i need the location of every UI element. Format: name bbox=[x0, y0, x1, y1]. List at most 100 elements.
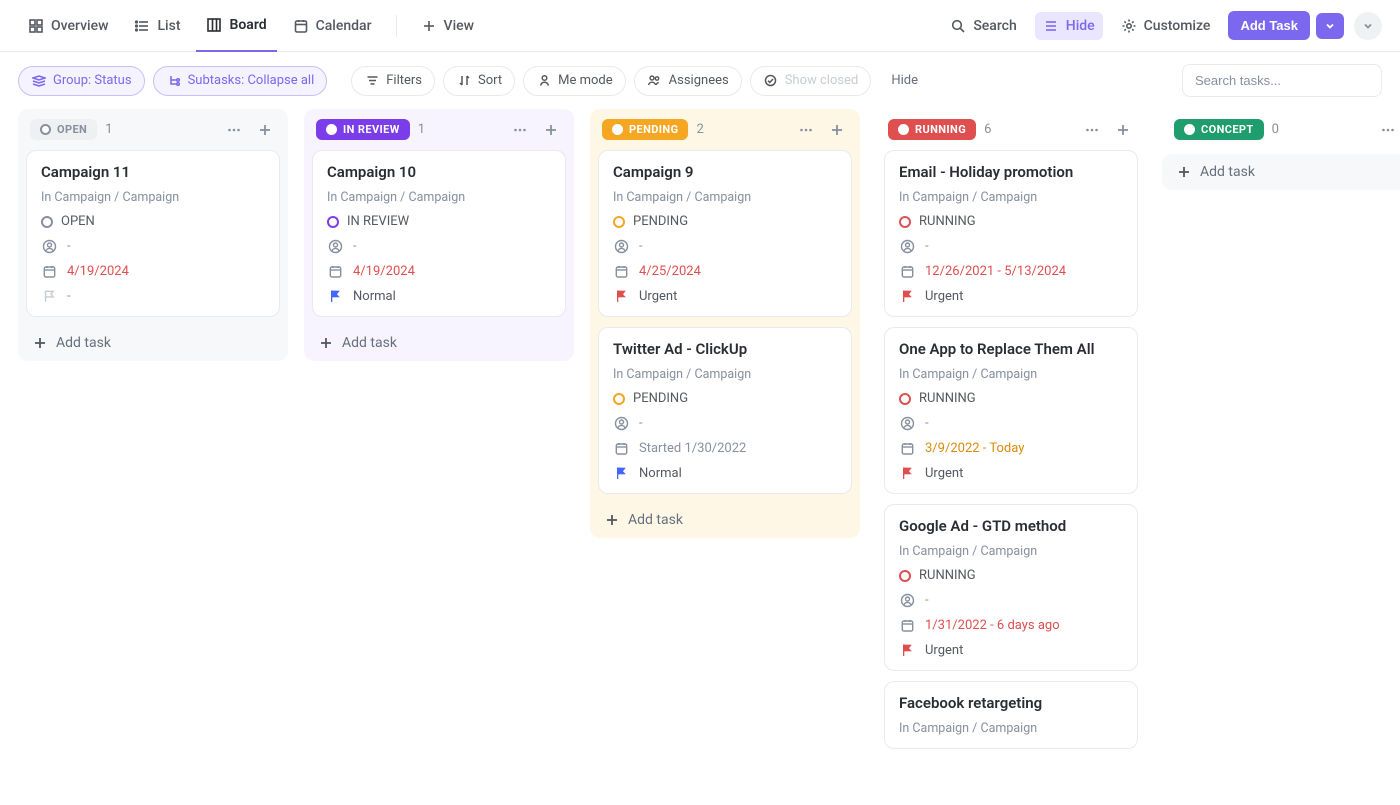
search-tasks-input[interactable] bbox=[1182, 64, 1382, 97]
add-view-button[interactable]: View bbox=[411, 18, 485, 34]
check-circle-icon bbox=[763, 73, 779, 89]
assignee-icon bbox=[899, 592, 915, 608]
task-card[interactable]: Campaign 9 In Campaign / Campaign PENDIN… bbox=[598, 150, 852, 317]
filters-label: Filters bbox=[386, 73, 422, 88]
hide-columns-icon bbox=[1043, 18, 1059, 34]
status-badge[interactable]: IN REVIEW bbox=[316, 119, 410, 140]
task-date-row[interactable]: 12/26/2021 - 5/13/2024 bbox=[899, 263, 1123, 279]
column-review: IN REVIEW 1 Campaign 10 In Campaign / Ca… bbox=[304, 109, 574, 361]
task-assignee-row[interactable]: - bbox=[613, 238, 837, 254]
task-status[interactable]: RUNNING bbox=[899, 391, 1123, 406]
add-task-inline-button[interactable]: Add task bbox=[304, 325, 574, 361]
subtasks-pill[interactable]: Subtasks: Collapse all bbox=[153, 66, 328, 96]
task-status[interactable]: PENDING bbox=[613, 214, 837, 229]
assignee-icon bbox=[613, 238, 629, 254]
me-mode-label: Me mode bbox=[558, 73, 613, 88]
assignees-pill[interactable]: Assignees bbox=[634, 66, 742, 96]
column-count: 1 bbox=[105, 122, 112, 137]
add-task-label: Add task bbox=[628, 512, 683, 528]
task-date: Started 1/30/2022 bbox=[639, 441, 746, 456]
column-more-button[interactable] bbox=[222, 120, 246, 140]
add-task-inline-button[interactable]: Add task bbox=[18, 325, 288, 361]
task-date-row[interactable]: 4/25/2024 bbox=[613, 263, 837, 279]
hide-button[interactable]: Hide bbox=[1035, 12, 1103, 40]
task-assignee-row[interactable]: - bbox=[899, 415, 1123, 431]
task-card[interactable]: Google Ad - GTD method In Campaign / Cam… bbox=[884, 504, 1138, 671]
calendar-icon bbox=[899, 263, 915, 279]
task-priority-row[interactable]: Urgent bbox=[899, 642, 1123, 658]
tab-label: Calendar bbox=[316, 18, 372, 34]
task-card[interactable]: Campaign 11 In Campaign / Campaign OPEN … bbox=[26, 150, 280, 317]
task-title: Campaign 10 bbox=[327, 163, 551, 181]
column-add-button[interactable] bbox=[540, 121, 562, 139]
add-task-inline-button[interactable]: Add task bbox=[1162, 154, 1400, 190]
task-priority-row[interactable]: Normal bbox=[613, 465, 837, 481]
customize-button[interactable]: Customize bbox=[1113, 12, 1219, 40]
status-badge[interactable]: RUNNING bbox=[888, 119, 976, 140]
column-more-button[interactable] bbox=[1376, 120, 1400, 140]
task-assignee-row[interactable]: - bbox=[613, 415, 837, 431]
task-card[interactable]: Facebook retargeting In Campaign / Campa… bbox=[884, 681, 1138, 749]
task-status[interactable]: RUNNING bbox=[899, 214, 1123, 229]
task-date: 4/19/2024 bbox=[353, 264, 415, 279]
task-card[interactable]: Email - Holiday promotion In Campaign / … bbox=[884, 150, 1138, 317]
hide-label: Hide bbox=[1066, 18, 1095, 34]
task-date-row[interactable]: 4/19/2024 bbox=[327, 263, 551, 279]
task-priority-row[interactable]: Urgent bbox=[613, 288, 837, 304]
tab-board[interactable]: Board bbox=[196, 0, 276, 52]
column-add-button[interactable] bbox=[254, 121, 276, 139]
column-cards: Campaign 11 In Campaign / Campaign OPEN … bbox=[18, 150, 288, 325]
add-task-button[interactable]: Add Task bbox=[1228, 11, 1310, 40]
task-assignee: - bbox=[639, 416, 643, 431]
search-button[interactable]: Search bbox=[942, 12, 1024, 40]
task-assignee-row[interactable]: - bbox=[41, 238, 265, 254]
task-priority-row[interactable]: Urgent bbox=[899, 288, 1123, 304]
task-date-row[interactable]: 4/19/2024 bbox=[41, 263, 265, 279]
filters-pill[interactable]: Filters bbox=[351, 66, 435, 96]
add-task-label: Add task bbox=[56, 335, 111, 351]
task-priority-row[interactable]: Normal bbox=[327, 288, 551, 304]
task-date-row[interactable]: 1/31/2022 - 6 days ago bbox=[899, 617, 1123, 633]
group-pill[interactable]: Group: Status bbox=[18, 66, 145, 96]
tab-overview[interactable]: Overview bbox=[18, 0, 118, 52]
status-badge[interactable]: PENDING bbox=[602, 119, 688, 140]
column-add-button[interactable] bbox=[1112, 121, 1134, 139]
hide-filters-link[interactable]: Hide bbox=[891, 73, 918, 88]
column-more-button[interactable] bbox=[794, 120, 818, 140]
topbar-actions: Search Hide Customize Add Task bbox=[942, 11, 1382, 40]
status-badge[interactable]: CONCEPT bbox=[1174, 119, 1264, 140]
task-date-row[interactable]: 3/9/2022 - Today bbox=[899, 440, 1123, 456]
tab-calendar[interactable]: Calendar bbox=[283, 0, 382, 52]
task-priority-row[interactable]: - bbox=[41, 288, 265, 304]
column-add-button[interactable] bbox=[826, 121, 848, 139]
collapse-chevron[interactable] bbox=[1354, 12, 1382, 40]
task-assignee-row[interactable]: - bbox=[899, 592, 1123, 608]
calendar-icon bbox=[899, 440, 915, 456]
column-count: 0 bbox=[1272, 122, 1279, 137]
task-date-row[interactable]: Started 1/30/2022 bbox=[613, 440, 837, 456]
task-status[interactable]: OPEN bbox=[41, 214, 265, 229]
show-closed-pill[interactable]: Show closed bbox=[750, 66, 872, 96]
task-priority-row[interactable]: Urgent bbox=[899, 465, 1123, 481]
task-assignee-row[interactable]: - bbox=[899, 238, 1123, 254]
plus-icon bbox=[32, 335, 48, 351]
task-card[interactable]: One App to Replace Them All In Campaign … bbox=[884, 327, 1138, 494]
me-mode-pill[interactable]: Me mode bbox=[523, 66, 626, 96]
column-more-button[interactable] bbox=[1080, 120, 1104, 140]
task-date: 4/25/2024 bbox=[639, 264, 701, 279]
column-more-button[interactable] bbox=[508, 120, 532, 140]
task-status[interactable]: PENDING bbox=[613, 391, 837, 406]
task-date: 1/31/2022 - 6 days ago bbox=[925, 618, 1060, 633]
status-badge[interactable]: OPEN bbox=[30, 119, 97, 140]
tab-list[interactable]: List bbox=[124, 0, 190, 52]
add-task-dropdown[interactable] bbox=[1316, 13, 1344, 39]
task-priority: Urgent bbox=[925, 289, 963, 304]
sort-pill[interactable]: Sort bbox=[443, 66, 515, 96]
task-card[interactable]: Campaign 10 In Campaign / Campaign IN RE… bbox=[312, 150, 566, 317]
task-status[interactable]: RUNNING bbox=[899, 568, 1123, 583]
status-ring-icon bbox=[41, 216, 53, 228]
task-card[interactable]: Twitter Ad - ClickUp In Campaign / Campa… bbox=[598, 327, 852, 494]
task-status[interactable]: IN REVIEW bbox=[327, 214, 551, 229]
task-assignee-row[interactable]: - bbox=[327, 238, 551, 254]
add-task-inline-button[interactable]: Add task bbox=[590, 502, 860, 538]
